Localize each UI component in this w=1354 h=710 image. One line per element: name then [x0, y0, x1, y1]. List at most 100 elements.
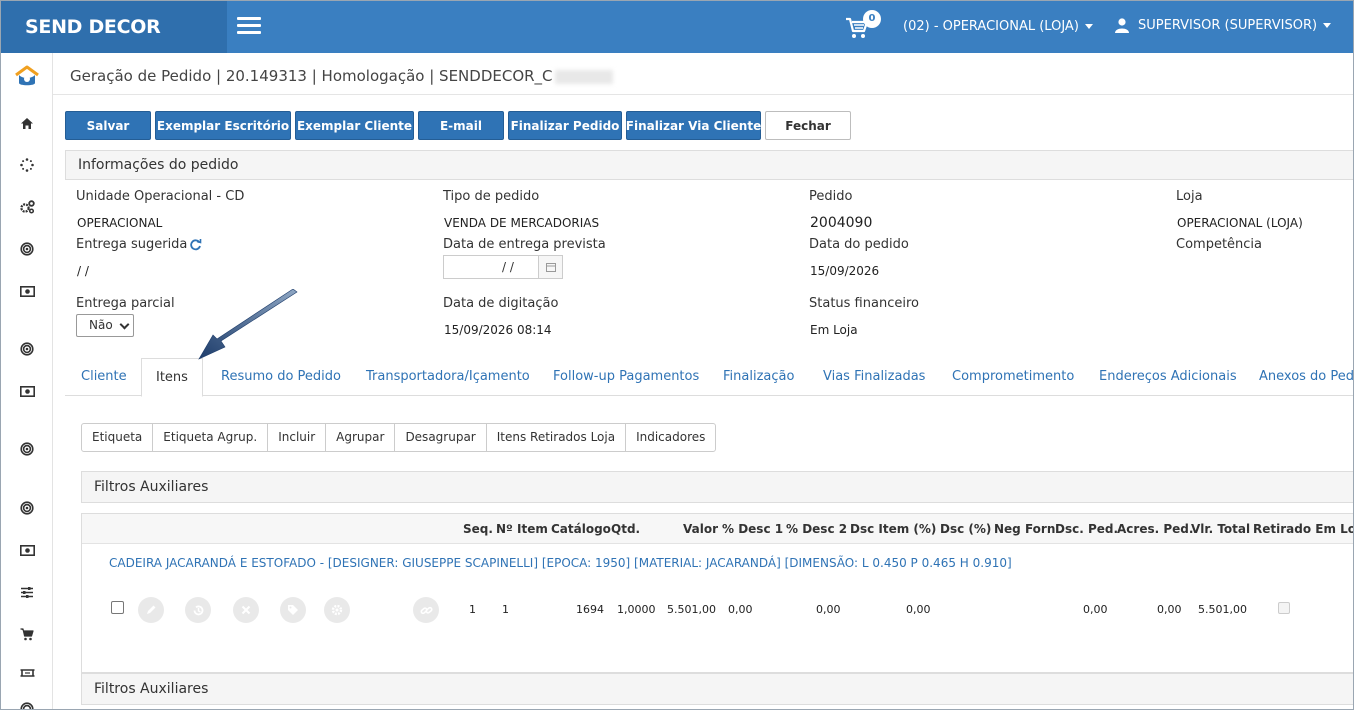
withdrawn-checkbox [1278, 602, 1290, 614]
cell-item: 1 [502, 603, 509, 616]
history-icon[interactable] [185, 597, 211, 623]
typing-date-label: Data de digitação [443, 296, 559, 311]
group-button[interactable]: Agrupar [326, 424, 396, 451]
tab-transportadora[interactable]: Transportadora/Içamento [366, 358, 530, 396]
tab-cliente[interactable]: Cliente [81, 358, 127, 396]
ungroup-button[interactable]: Desagrupar [395, 424, 487, 451]
link-icon[interactable] [413, 597, 439, 623]
order-type-label: Tipo de pedido [443, 189, 540, 204]
col-acres-ped: Acres. Ped. [1117, 522, 1194, 536]
target-icon[interactable] [19, 241, 35, 257]
tab-itens[interactable]: Itens [141, 358, 203, 397]
sliders-icon[interactable] [19, 584, 35, 600]
home-icon[interactable] [19, 115, 35, 131]
include-button[interactable]: Incluir [268, 424, 327, 451]
finish-client-button[interactable]: Finalizar Via Cliente [626, 111, 761, 140]
target-icon[interactable] [19, 500, 35, 516]
finish-order-button[interactable]: Finalizar Pedido [508, 111, 622, 140]
partial-delivery-value: Não [89, 318, 113, 332]
aux-filters-header[interactable]: Filtros Auxiliares [81, 471, 1353, 503]
truck-icon[interactable] [19, 665, 35, 681]
col-catalog: Catálogo [551, 522, 611, 536]
aux-filters-title: Filtros Auxiliares [94, 479, 209, 495]
suggested-delivery-label: Entrega sugerida [76, 237, 188, 252]
redacted-text [554, 69, 613, 84]
group-label-button[interactable]: Etiqueta Agrup. [153, 424, 269, 451]
col-desc: Dsc (%) [940, 522, 992, 536]
cell-acres-ped: 0,00 [1157, 603, 1182, 616]
page-title-text: Geração de Pedido | 20.149313 | Homologa… [70, 67, 553, 85]
calendar-icon[interactable] [538, 256, 562, 278]
cell-desc-ped: 0,00 [1083, 603, 1108, 616]
money-icon[interactable] [19, 542, 35, 558]
label-button[interactable]: Etiqueta [82, 424, 154, 451]
caret-down-icon [1323, 23, 1332, 28]
cell-catalog: 1694 [576, 603, 604, 616]
client-copy-button[interactable]: Exemplar Cliente [295, 111, 414, 140]
gears-icon[interactable] [19, 199, 35, 215]
expected-delivery-value: / / [502, 260, 514, 274]
chevron-down-icon [119, 319, 130, 330]
target-icon[interactable] [19, 701, 35, 709]
withdrawn-items-button[interactable]: Itens Retirados Loja [487, 424, 627, 451]
tab-anexos[interactable]: Anexos do Pedido [1259, 358, 1353, 396]
col-desc-ped: Dsc. Ped. [1055, 522, 1119, 536]
unit-label: (02) - OPERACIONAL (LOJA) [903, 19, 1079, 34]
tag-icon[interactable] [280, 597, 306, 623]
cell-seq: 1 [469, 603, 476, 616]
save-button[interactable]: Salvar [65, 111, 151, 140]
typing-date-value: 15/09/2026 08:14 [444, 323, 552, 337]
menu-toggle-icon[interactable] [237, 17, 261, 35]
col-withdrawn: Retirado Em Loja [1253, 522, 1353, 536]
expected-delivery-input[interactable]: / / [443, 255, 563, 279]
remove-icon[interactable] [233, 597, 259, 623]
suggested-delivery-value: / / [77, 264, 89, 278]
tab-enderecos[interactable]: Endereços Adicionais [1099, 358, 1237, 396]
col-neg-forn: Neg Forn [994, 522, 1056, 536]
user-dropdown[interactable]: SUPERVISOR (SUPERVISOR) [1115, 18, 1332, 33]
money-icon[interactable] [19, 283, 35, 299]
tab-resumo[interactable]: Resumo do Pedido [221, 358, 341, 396]
col-desc1: % Desc 1 [722, 522, 784, 536]
indicators-button[interactable]: Indicadores [626, 424, 715, 451]
partial-delivery-select[interactable]: Não [76, 314, 134, 337]
spinner-icon[interactable] [19, 157, 35, 173]
col-qty: Qtd. [611, 522, 641, 536]
aux-filters-header-bottom[interactable]: Filtros Auxiliares [81, 673, 1353, 705]
item-description-link[interactable]: CADEIRA JACARANDÁ E ESTOFADO - [DESIGNER… [109, 556, 1012, 570]
office-copy-button[interactable]: Exemplar Escritório [155, 111, 291, 140]
brand-logo[interactable]: SEND DECOR [1, 1, 227, 53]
edit-icon[interactable] [138, 597, 164, 623]
tab-comprometimento[interactable]: Comprometimento [952, 358, 1074, 396]
items-toolbar: Etiqueta Etiqueta Agrup. Incluir Agrupar… [81, 423, 717, 452]
gear-icon[interactable] [324, 597, 350, 623]
refresh-icon[interactable] [189, 238, 202, 251]
close-button[interactable]: Fechar [765, 111, 851, 140]
order-tabs: Cliente Itens Resumo do Pedido Transport… [65, 358, 1353, 397]
user-icon [1115, 18, 1129, 33]
order-info-title: Informações do pedido [78, 157, 239, 173]
order-number-value: 2004090 [810, 215, 873, 231]
unit-dropdown[interactable]: (02) - OPERACIONAL (LOJA) [903, 19, 1093, 34]
store-label: Loja [1176, 189, 1203, 204]
row-select-checkbox[interactable] [111, 601, 124, 614]
cell-value: 5.501,00 [667, 603, 716, 616]
email-button[interactable]: E-mail [418, 111, 504, 140]
grid-header: Seq. Nº Item Catálogo Qtd. Valor % Desc … [82, 514, 1353, 544]
unit-field-value: OPERACIONAL [77, 216, 163, 230]
order-date-value: 15/09/2026 [810, 264, 880, 278]
app-logo-icon[interactable] [13, 63, 41, 91]
app-window: SEND DECOR 0 (02) - OPERACIONAL (LOJA) S… [0, 0, 1354, 710]
cell-qty: 1,0000 [617, 603, 656, 616]
tab-follow-up[interactable]: Follow-up Pagamentos [553, 358, 699, 396]
cell-desc-item: 0,00 [906, 603, 931, 616]
col-item: Nº Item [496, 522, 548, 536]
target-icon[interactable] [19, 441, 35, 457]
tab-finalizacao[interactable]: Finalização [723, 358, 794, 396]
cart-icon[interactable] [19, 626, 35, 642]
target-icon[interactable] [19, 341, 35, 357]
money-icon[interactable] [19, 383, 35, 399]
tab-vias-finalizadas[interactable]: Vias Finalizadas [823, 358, 925, 396]
annotation-arrow-icon [198, 289, 298, 360]
competence-label: Competência [1176, 237, 1263, 252]
